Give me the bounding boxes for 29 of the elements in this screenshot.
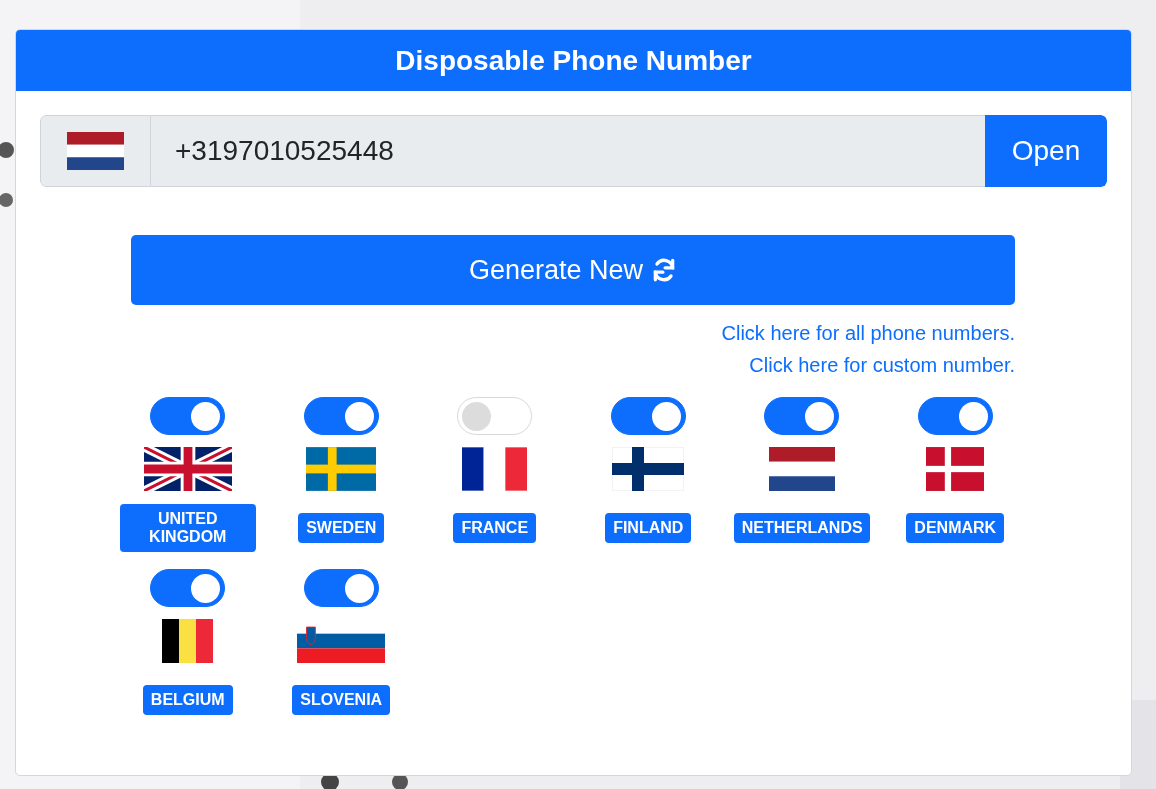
country-label: SWEDEN [298,513,385,543]
country-label: FRANCE [453,513,537,543]
toggle-switch[interactable] [303,397,379,435]
toggle-switch[interactable] [764,397,840,435]
toggle-switch[interactable] [303,569,379,607]
country-label: FINLAND [605,513,692,543]
toggle-switch[interactable] [150,397,226,435]
country-label: UNITED KINGDOM [119,504,256,552]
country-label: NETHERLANDS [733,513,870,543]
toggle-switch[interactable] [150,569,226,607]
flag-icon [926,447,985,491]
toggle-switch[interactable] [917,397,993,435]
flag-icon [143,447,232,491]
link[interactable]: Click here for custom number. [749,353,1015,377]
flag-icon [67,132,124,170]
flag-icon [462,447,528,491]
flag-icon [612,447,685,491]
flag-icon [768,447,835,491]
flag-icon [306,447,377,491]
toggle-switch[interactable] [610,397,686,435]
flag-icon [162,619,214,663]
country-label: DENMARK [906,513,1005,543]
link[interactable]: Click here for all phone numbers. [721,321,1015,345]
card-title: Disposable Phone Number [16,30,1131,91]
generate-button[interactable]: Generate New [131,235,1015,305]
open-button[interactable]: Open [985,115,1107,187]
phone-number-field[interactable]: +3197010525448 [151,115,985,187]
country-label: BELGIUM [142,685,233,715]
country-label: SLOVENIA [292,685,391,715]
